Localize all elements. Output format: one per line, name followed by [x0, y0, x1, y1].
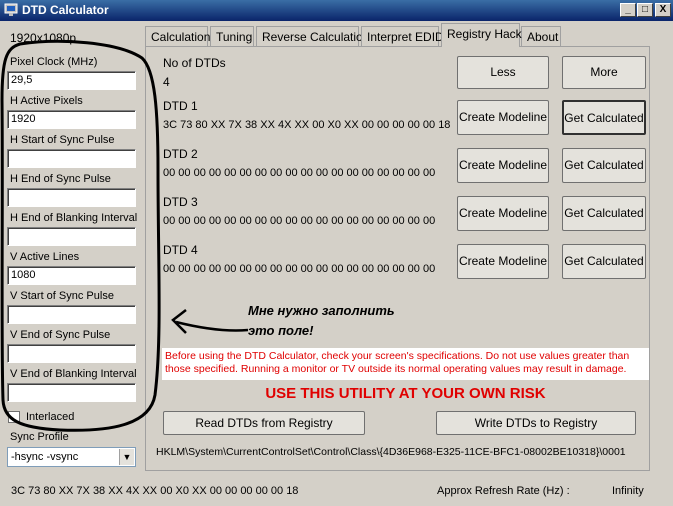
sync-profile-select[interactable]: -hsync -vsync ▼	[7, 447, 136, 467]
read-dtds-button[interactable]: Read DTDs from Registry	[163, 411, 365, 435]
title-bar: DTD Calculator _ □ X	[0, 0, 673, 21]
h-sync-start-label: H Start of Sync Pulse	[10, 134, 115, 146]
app-monitor-icon	[4, 3, 18, 16]
create-modeline-3-button[interactable]: Create Modeline	[457, 196, 549, 231]
interlaced-label: Interlaced	[26, 411, 75, 423]
h-active-label: H Active Pixels	[10, 95, 83, 107]
sync-profile-label: Sync Profile	[10, 431, 69, 443]
dtd-4-title: DTD 4	[163, 243, 198, 257]
tab-tuning[interactable]: Tuning	[210, 26, 254, 46]
dtd-4-hex: 00 00 00 00 00 00 00 00 00 00 00 00 00 0…	[163, 263, 436, 275]
v-active-input[interactable]: 1080	[7, 266, 136, 285]
h-blank-end-label: H End of Blanking Interval	[10, 212, 138, 224]
v-blank-end-label: V End of Blanking Interval	[10, 368, 137, 380]
warning-text: Before using the DTD Calculator, check y…	[162, 348, 649, 380]
annotation-line-2: это поле!	[248, 323, 314, 338]
h-blank-end-input[interactable]	[7, 227, 136, 246]
v-blank-end-input[interactable]	[7, 383, 136, 402]
tab-registry-hack[interactable]: Registry Hack	[441, 23, 522, 47]
risk-warning: USE THIS UTILITY AT YOUR OWN RISK	[265, 385, 546, 402]
h-sync-end-label: H End of Sync Pulse	[10, 173, 111, 185]
close-button[interactable]: X	[655, 3, 671, 17]
dtd-2-hex: 00 00 00 00 00 00 00 00 00 00 00 00 00 0…	[163, 167, 436, 179]
dtd-2-title: DTD 2	[163, 147, 198, 161]
annotation-line-1: Мне нужно заполнить	[248, 303, 395, 318]
interlaced-checkbox[interactable]	[8, 411, 20, 423]
refresh-rate-value: Infinity	[612, 485, 644, 497]
more-button[interactable]: More	[562, 56, 646, 89]
v-sync-end-input[interactable]	[7, 344, 136, 363]
no-of-dtds-value: 4	[163, 75, 170, 89]
status-hex: 3C 73 80 XX 7X 38 XX 4X XX 00 X0 XX 00 0…	[11, 485, 299, 497]
resolution-label: 1920x1080p	[10, 31, 77, 45]
h-sync-end-input[interactable]	[7, 188, 136, 207]
h-active-input[interactable]: 1920	[7, 110, 136, 129]
dtd-3-hex: 00 00 00 00 00 00 00 00 00 00 00 00 00 0…	[163, 215, 436, 227]
create-modeline-1-button[interactable]: Create Modeline	[457, 100, 549, 135]
h-sync-start-input[interactable]	[7, 149, 136, 168]
get-calculated-4-button[interactable]: Get Calculated	[562, 244, 646, 279]
tab-calculation[interactable]: Calculation	[145, 26, 210, 46]
create-modeline-4-button[interactable]: Create Modeline	[457, 244, 549, 279]
chevron-down-icon[interactable]: ▼	[119, 449, 134, 465]
registry-path: HKLM\System\CurrentControlSet\Control\Cl…	[156, 446, 626, 458]
no-of-dtds-label: No of DTDs	[163, 56, 226, 70]
dtd-1-title: DTD 1	[163, 99, 198, 113]
v-sync-end-label: V End of Sync Pulse	[10, 329, 111, 341]
window-title: DTD Calculator	[22, 3, 109, 17]
annotation-text: Мне нужно заполнить это поле!	[248, 301, 395, 341]
v-sync-start-label: V Start of Sync Pulse	[10, 290, 114, 302]
v-active-label: V Active Lines	[10, 251, 80, 263]
minimize-button[interactable]: _	[620, 3, 636, 17]
refresh-rate-label: Approx Refresh Rate (Hz) :	[437, 485, 570, 497]
sync-profile-value: -hsync -vsync	[11, 451, 79, 463]
dtd-1-hex: 3C 73 80 XX 7X 38 XX 4X XX 00 X0 XX 00 0…	[163, 119, 451, 131]
tab-reverse-calculation[interactable]: Reverse Calculation	[256, 26, 369, 46]
get-calculated-1-button[interactable]: Get Calculated	[562, 100, 646, 135]
create-modeline-2-button[interactable]: Create Modeline	[457, 148, 549, 183]
dtd-3-title: DTD 3	[163, 195, 198, 209]
write-dtds-button[interactable]: Write DTDs to Registry	[436, 411, 636, 435]
maximize-button[interactable]: □	[637, 3, 653, 17]
get-calculated-3-button[interactable]: Get Calculated	[562, 196, 646, 231]
tab-about[interactable]: About	[521, 26, 561, 46]
get-calculated-2-button[interactable]: Get Calculated	[562, 148, 646, 183]
v-sync-start-input[interactable]	[7, 305, 136, 324]
less-button[interactable]: Less	[457, 56, 549, 89]
pixel-clock-input[interactable]: 29,5	[7, 71, 136, 90]
pixel-clock-label: Pixel Clock (MHz)	[10, 56, 98, 68]
tab-interpret-edid[interactable]: Interpret EDID	[361, 26, 444, 46]
